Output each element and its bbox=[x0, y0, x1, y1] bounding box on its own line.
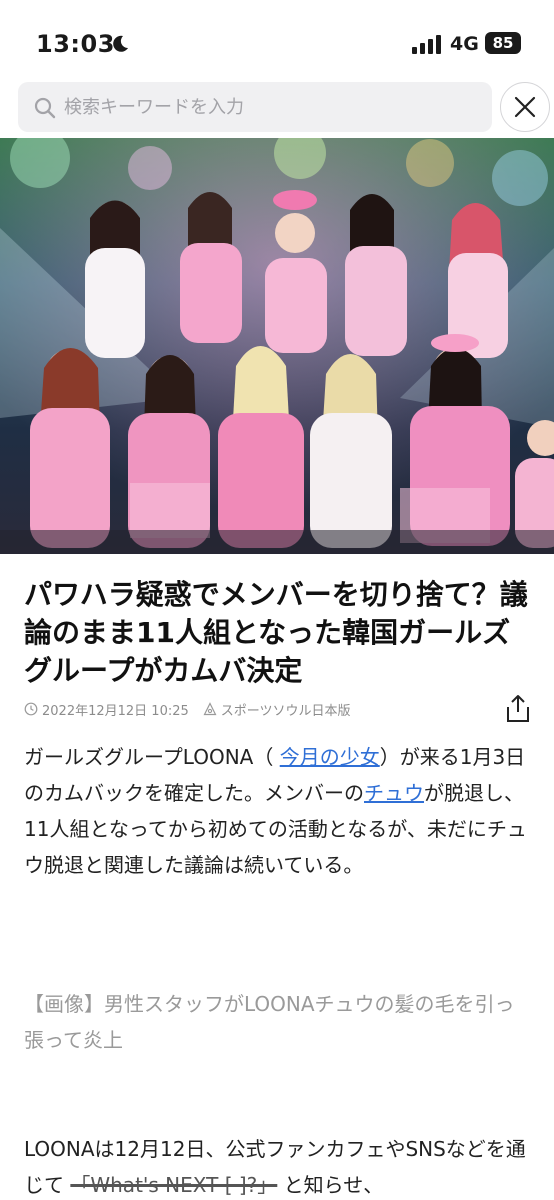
clock-icon bbox=[24, 702, 38, 716]
article-photo[interactable] bbox=[0, 138, 554, 554]
article-paragraph-2: LOONAは12月12日、公式ファンカフェやSNSなどを通じて 「What's … bbox=[24, 1131, 534, 1200]
paragraph-text: と知らせ、 bbox=[277, 1173, 384, 1197]
network-type: 4G bbox=[450, 33, 479, 55]
close-icon bbox=[514, 96, 536, 118]
article-date: 2022年12月12日 10:25 bbox=[42, 703, 189, 719]
status-time: 13:03 bbox=[36, 30, 115, 58]
share-icon[interactable] bbox=[504, 694, 532, 724]
link-loona-korean-name[interactable]: 今月の少女 bbox=[280, 745, 380, 769]
article-source[interactable]: スポーツソウル日本版 bbox=[221, 700, 351, 719]
status-bar: 13:03 4G 85 bbox=[0, 0, 554, 80]
search-icon bbox=[34, 97, 56, 119]
search-input[interactable] bbox=[64, 90, 474, 124]
redacted-quote: 「What's NEXT [ ]?」 bbox=[70, 1173, 278, 1197]
link-chuu[interactable]: チュウ bbox=[364, 781, 424, 805]
close-button[interactable] bbox=[500, 82, 550, 132]
moon-icon bbox=[113, 35, 128, 52]
search-bar[interactable] bbox=[18, 82, 492, 132]
article-title: パワハラ疑惑でメンバーを切り捨て？議論のまま11人組となった韓国ガールズグループ… bbox=[24, 578, 528, 687]
signal-icon bbox=[412, 35, 441, 54]
battery-indicator: 85 bbox=[485, 32, 521, 54]
source-icon bbox=[203, 702, 217, 716]
article-paragraph-1: ガールズグループLOONA（ 今月の少女）が来る1月3日のカムバックを確定した。… bbox=[24, 739, 534, 883]
paragraph-text: ガールズグループLOONA（ bbox=[24, 745, 280, 769]
related-image-caption[interactable]: 【画像】男性スタッフがLOONAチュウの髪の毛を引っ張って炎上 bbox=[24, 986, 534, 1058]
article-meta: 2022年12月12日 10:25 スポーツソウル日本版 bbox=[24, 699, 351, 719]
